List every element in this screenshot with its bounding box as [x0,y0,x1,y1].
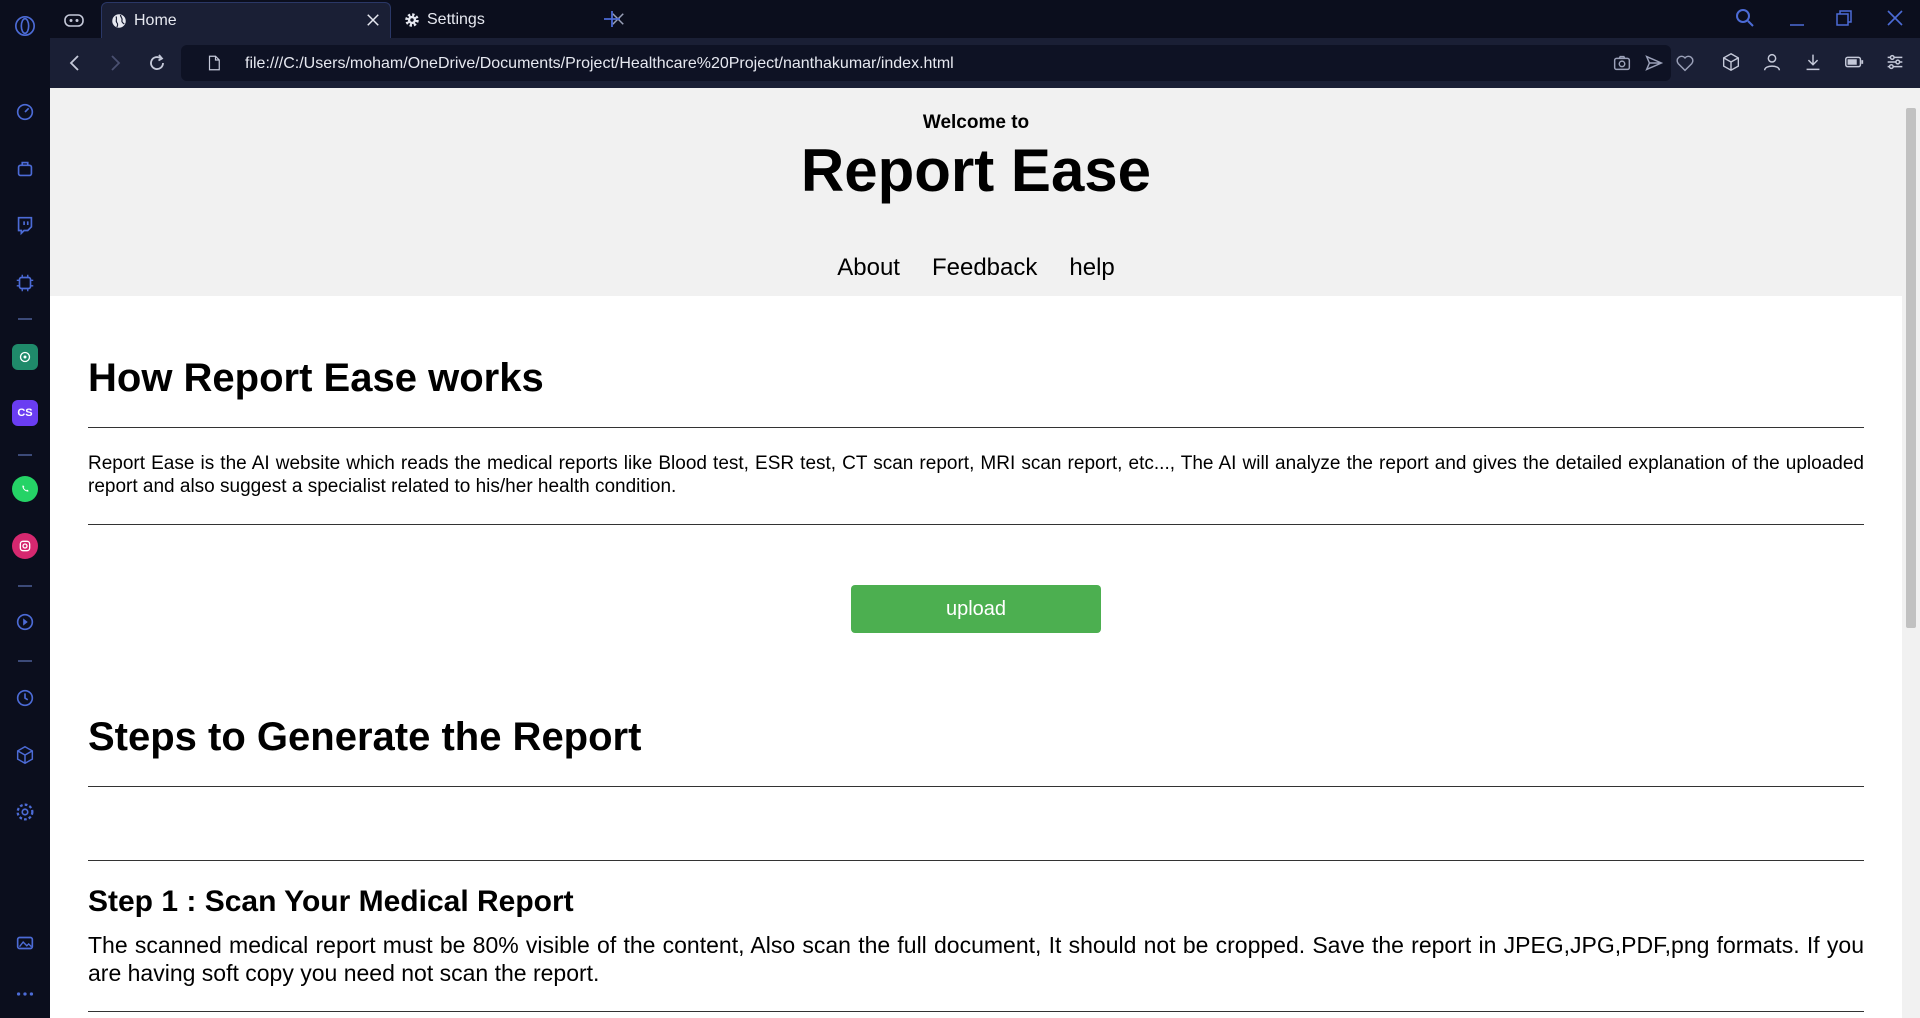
camera-icon[interactable] [1611,52,1633,74]
gear-icon[interactable] [11,798,39,826]
scrollbar-thumb[interactable] [1906,108,1916,628]
how-it-works-heading: How Report Ease works [88,356,544,400]
instagram-icon[interactable] [12,533,38,559]
speed-dial-icon[interactable] [11,98,39,126]
player-icon[interactable] [11,608,39,636]
sidebar-separator [18,454,32,456]
download-icon[interactable] [1802,51,1824,73]
tab-label: Home [134,11,177,29]
divider [88,860,1864,861]
reload-icon[interactable] [145,51,169,75]
main-content: How Report Ease works Report Ease is the… [50,356,1902,1012]
steps-heading: Steps to Generate the Report [88,715,642,759]
close-window-icon[interactable] [1883,6,1907,30]
tab-strip: Home Settings [50,0,1920,38]
history-icon[interactable] [11,684,39,712]
image-icon[interactable] [11,929,39,957]
file-icon [205,54,223,72]
divider [88,427,1864,428]
cube-icon[interactable] [11,741,39,769]
whatsapp-icon[interactable] [12,476,38,502]
chip-icon[interactable] [11,269,39,297]
cube-icon[interactable] [1720,51,1742,73]
address-bar[interactable]: file:///C:/Users/moham/OneDrive/Document… [181,45,1694,81]
restore-icon[interactable] [1832,6,1856,30]
battery-icon[interactable] [1843,51,1865,73]
site-header: Welcome to Report Ease About Feedback he… [50,88,1902,296]
sidebar-separator [18,585,32,587]
profile-icon[interactable] [1761,51,1783,73]
sidebar-separator [18,660,32,662]
site-nav: About Feedback help [50,254,1902,282]
heart-icon[interactable] [1674,52,1696,74]
divider [88,524,1864,525]
forward-icon[interactable] [103,51,127,75]
how-it-works-description: Report Ease is the AI website which read… [88,453,1864,497]
search-icon[interactable] [1733,6,1757,30]
sidebar-separator [18,318,32,320]
tab-label: Settings [427,11,485,28]
tab-settings[interactable]: Settings [395,2,635,38]
nav-link-feedback[interactable]: Feedback [932,254,1037,282]
divider [88,1011,1864,1012]
address-toolbar: file:///C:/Users/moham/OneDrive/Document… [50,38,1920,88]
page-scrollbar[interactable] [1902,88,1920,1018]
back-icon[interactable] [63,51,87,75]
easy-setup-icon[interactable] [1884,51,1906,73]
twitch-icon[interactable] [11,211,39,239]
close-icon[interactable] [364,11,382,29]
send-icon[interactable] [1643,52,1665,74]
step-1-heading: Step 1 : Scan Your Medical Report [88,885,574,918]
tab-home[interactable]: Home [101,2,391,38]
browser-sidebar: CS [0,0,50,1018]
chatgpt-icon[interactable] [12,344,38,370]
gear-icon [403,11,421,29]
site-title: Report Ease [800,137,1152,204]
new-tab-icon[interactable] [600,7,624,31]
more-icon[interactable] [11,980,39,1008]
divider [88,786,1864,787]
nav-link-help[interactable]: help [1069,254,1114,282]
bag-icon[interactable] [11,155,39,183]
welcome-text: Welcome to [922,112,1030,133]
cs-app-icon[interactable]: CS [12,400,38,426]
opera-logo-icon[interactable] [11,12,39,40]
url-text: file:///C:/Users/moham/OneDrive/Document… [245,55,954,72]
minimize-icon[interactable] [1785,6,1809,30]
page-viewport: Welcome to Report Ease About Feedback he… [50,88,1902,1018]
upload-container: upload [88,585,1864,633]
upload-button[interactable]: upload [851,585,1101,633]
nav-link-about[interactable]: About [837,254,900,282]
tab-islands-icon[interactable] [62,8,86,32]
step-1-text: The scanned medical report must be 80% v… [88,932,1864,986]
globe-icon [110,12,128,30]
